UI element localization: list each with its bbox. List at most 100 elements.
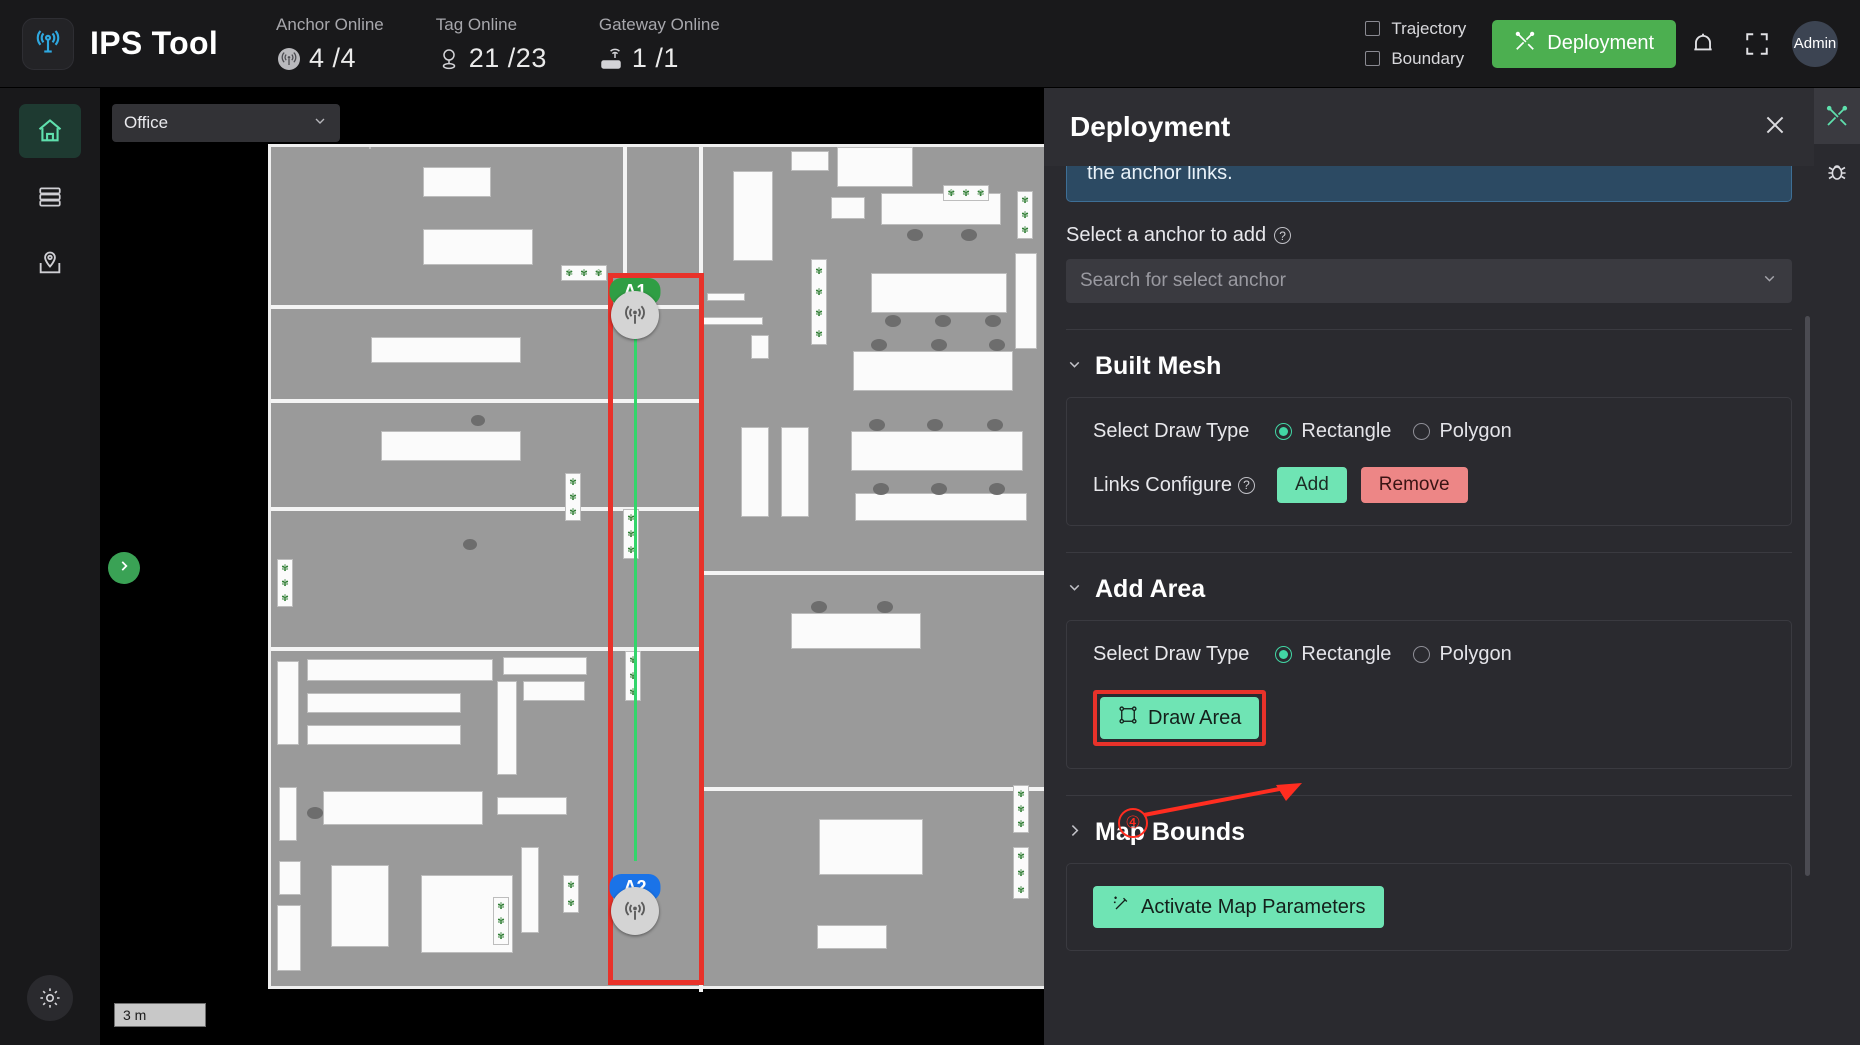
checkbox-trajectory[interactable]: Trajectory — [1365, 19, 1466, 39]
links-configure-label-text: Links Configure — [1093, 473, 1232, 496]
app-root: IPS Tool Anchor Online 4 /4 Tag Online 2… — [0, 0, 1860, 1045]
panel-title: Deployment — [1070, 111, 1231, 142]
chevron-down-icon — [1066, 579, 1083, 601]
question-mark-icon[interactable]: ? — [1237, 476, 1255, 494]
tools-cross-icon — [1514, 30, 1536, 58]
draw-type-label: Select Draw Type — [1093, 643, 1250, 665]
gear-icon — [40, 988, 60, 1008]
radio-rectangle[interactable]: Rectangle — [1275, 420, 1391, 443]
app-logo — [22, 17, 74, 70]
checkbox-label: Boundary — [1391, 48, 1465, 68]
stat-label: Anchor Online — [276, 15, 384, 34]
stat-label: Tag Online — [435, 15, 518, 34]
pan-expand-button[interactable] — [108, 552, 140, 584]
map-canvas[interactable]: Office ✾ ✾ ✾ ✾ ✾ ✾ ✾ ✾ ✾ ✾ ✾ ✾ ✾ ✾ ✾ ✾ ✾… — [100, 88, 1184, 1045]
edge-item-debug[interactable] — [1814, 144, 1860, 200]
question-mark-icon[interactable]: ? — [1274, 227, 1292, 244]
chevron-right-icon — [117, 559, 131, 577]
floor-plan[interactable]: ✾ ✾ ✾ ✾ ✾ ✾ ✾ ✾ ✾ ✾ ✾ ✾ ✾ ✾ ✾ ✾ ✾ ✾ ✾ ✾ ✾ ✾ ✾ ✾ ✾ ✾ ✾ ✾ ✾ ✾ … — [268, 144, 1071, 992]
annotation-arrow-icon — [1143, 783, 1302, 817]
section-title: Add Area — [1095, 575, 1206, 603]
radio-rectangle[interactable]: Rectangle — [1275, 643, 1391, 666]
stat-number: 21 /23 — [468, 43, 547, 73]
anchor-link-line — [634, 315, 637, 861]
home-icon — [38, 119, 62, 142]
chevron-down-icon — [1066, 356, 1083, 378]
anchor-picker-label-text: Select a anchor to add — [1066, 224, 1267, 246]
stat-tag-online: Tag Online 21 /23 — [436, 13, 547, 74]
server-icon — [39, 187, 61, 207]
anchor-search-input[interactable]: Search for select anchor — [1066, 259, 1792, 303]
checkbox-boundary[interactable]: Boundary — [1365, 49, 1466, 69]
radio-dot[interactable] — [1413, 646, 1431, 663]
alarm-bell-icon[interactable] — [1676, 17, 1730, 71]
floor-select[interactable]: Office — [112, 104, 340, 142]
info-notice: the anchor links. — [1066, 166, 1792, 202]
anchor-search-placeholder: Search for select anchor — [1080, 270, 1286, 291]
tools-cross-icon — [1826, 105, 1848, 126]
links-add-button[interactable]: Add — [1276, 467, 1347, 503]
anchor-signal-icon — [611, 887, 659, 935]
map-pin-icon — [39, 251, 61, 274]
add-area-draw-type-row: Select Draw Type Rectangle Polygon — [1093, 643, 1765, 666]
checkbox-box[interactable] — [1365, 51, 1381, 66]
radio-polygon[interactable]: Polygon — [1413, 643, 1512, 666]
stat-gateway-online: Gateway Online 1 /1 — [599, 13, 720, 74]
close-icon[interactable] — [1762, 112, 1788, 142]
activate-map-parameters-label: Activate Map Parameters — [1141, 895, 1366, 918]
edge-item-deployment-tools[interactable] — [1814, 88, 1860, 144]
section-header-built-mesh[interactable]: Built Mesh — [1066, 330, 1792, 397]
add-area-draw-type-options: Rectangle Polygon — [1275, 643, 1512, 666]
draw-area-button[interactable]: Draw Area — [1100, 697, 1260, 739]
avatar[interactable]: Admin — [1792, 20, 1838, 67]
sidebar-item-home[interactable] — [19, 104, 81, 158]
draw-type-label: Select Draw Type — [1093, 420, 1250, 442]
stat-number: 4 /4 — [309, 43, 357, 73]
radio-dot[interactable] — [1275, 646, 1293, 663]
right-edge-toolbar — [1814, 88, 1860, 1045]
top-bar-right: Trajectory Boundary Deployment Admin — [1365, 17, 1860, 71]
deployment-button[interactable]: Deployment — [1492, 19, 1676, 68]
deployment-button-label: Deployment — [1547, 32, 1654, 54]
app-title: IPS Tool — [90, 25, 219, 61]
panel-body[interactable]: the anchor links. Select a anchor to add… — [1044, 166, 1814, 1045]
sidebar-item-devices[interactable] — [19, 170, 81, 224]
section-header-add-area[interactable]: Add Area — [1066, 553, 1792, 620]
gateway-router-icon — [599, 46, 625, 72]
section-title: Built Mesh — [1095, 352, 1222, 380]
stat-label: Gateway Online — [598, 15, 720, 34]
radio-dot[interactable] — [1413, 423, 1431, 440]
chevron-right-icon — [1066, 822, 1083, 844]
built-mesh-draw-type-row: Select Draw Type Rectangle Polygon — [1093, 420, 1765, 443]
checkbox-box[interactable] — [1365, 21, 1381, 36]
top-bar: IPS Tool Anchor Online 4 /4 Tag Online 2… — [0, 0, 1860, 88]
sidebar-item-maps[interactable] — [19, 236, 81, 290]
info-notice-text: the anchor links. — [1087, 166, 1233, 184]
activate-map-parameters-button[interactable]: Activate Map Parameters — [1093, 886, 1384, 928]
links-remove-button[interactable]: Remove — [1360, 467, 1468, 503]
floor-select-value: Office — [124, 113, 169, 132]
avatar-label: Admin — [1793, 35, 1837, 52]
radio-label: Polygon — [1439, 643, 1512, 665]
deployment-panel: Deployment the anchor links. Select a an… — [1044, 88, 1814, 1045]
radio-label: Polygon — [1439, 420, 1512, 442]
tag-pin-icon — [436, 46, 462, 72]
stat-number: 1 /1 — [631, 43, 679, 73]
magic-wand-icon — [1111, 894, 1131, 920]
links-configure-row: Links Configure ? Add Remove — [1093, 467, 1765, 503]
radio-polygon[interactable]: Polygon — [1413, 420, 1512, 443]
radio-label: Rectangle — [1301, 420, 1392, 442]
checkbox-label: Trajectory — [1391, 18, 1467, 38]
panel-scrollbar[interactable] — [1805, 316, 1810, 876]
header-stats: Anchor Online 4 /4 Tag Online 21 /23 Gat… — [276, 13, 772, 74]
draw-area-row: Draw Area — [1093, 690, 1765, 746]
display-toggles: Trajectory Boundary — [1365, 19, 1466, 69]
panel-header: Deployment — [1044, 88, 1814, 166]
links-configure-label: Links Configure ? — [1093, 474, 1255, 497]
radio-dot[interactable] — [1275, 423, 1293, 440]
settings-button[interactable] — [27, 975, 73, 1021]
scale-bar-label: 3 m — [123, 1007, 147, 1023]
fullscreen-icon[interactable] — [1730, 17, 1784, 71]
draw-area-highlight: Draw Area — [1093, 690, 1267, 746]
chevron-down-icon — [1761, 270, 1778, 293]
